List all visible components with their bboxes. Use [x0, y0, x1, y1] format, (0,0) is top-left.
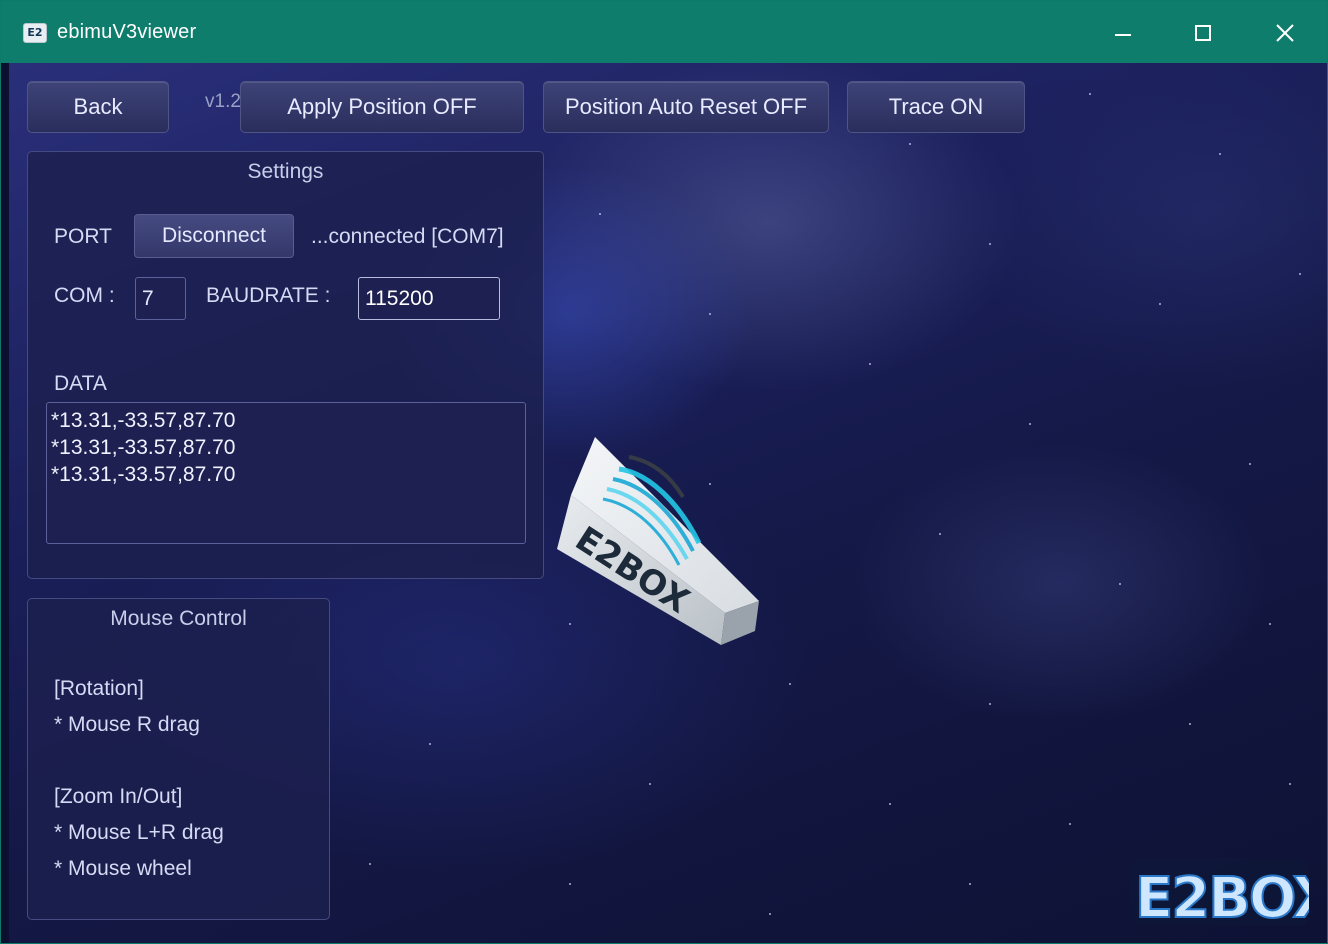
mouse-control-title: Mouse Control	[110, 607, 247, 630]
settings-title: Settings	[247, 160, 324, 183]
close-icon	[1276, 24, 1294, 42]
data-line: *13.31,-33.57,87.70	[51, 463, 236, 486]
window-title: ebimuV3viewer	[57, 21, 197, 43]
data-label: DATA	[54, 372, 107, 395]
data-line: *13.31,-33.57,87.70	[51, 436, 236, 459]
maximize-icon	[1195, 25, 1211, 41]
maximize-button[interactable]	[1181, 13, 1225, 53]
data-line: *13.31,-33.57,87.70	[51, 409, 236, 432]
zoom-instruction-wheel: * Mouse wheel	[54, 857, 192, 880]
zoom-instruction-drag: * Mouse L+R drag	[54, 821, 224, 844]
title-bar[interactable]: E2 ebimuV3viewer	[1, 1, 1327, 63]
back-button[interactable]: Back	[27, 81, 169, 133]
data-output-box[interactable]: *13.31,-33.57,87.70 *13.31,-33.57,87.70 …	[46, 402, 526, 544]
zoom-heading: [Zoom In/Out]	[54, 785, 183, 808]
close-button[interactable]	[1263, 13, 1307, 53]
settings-panel: Settings PORT Disconnect ...connected [C…	[27, 151, 544, 579]
rotation-instruction: * Mouse R drag	[54, 713, 200, 736]
com-label: COM :	[54, 284, 115, 307]
minimize-button[interactable]	[1101, 13, 1145, 53]
e2box-logo: E2BOX	[1131, 859, 1309, 931]
trace-button[interactable]: Trace ON	[847, 81, 1025, 133]
logo-text: E2BOX	[1135, 866, 1309, 931]
rotation-heading: [Rotation]	[54, 677, 144, 700]
version-label: v1.2	[205, 91, 241, 112]
e2box-app-icon: E2	[23, 23, 47, 43]
disconnect-button[interactable]: Disconnect	[134, 214, 294, 258]
baudrate-label: BAUDRATE :	[206, 284, 331, 307]
baudrate-input[interactable]	[358, 277, 500, 320]
app-window: E2 ebimuV3viewer Back v1.2 Apply Positio…	[0, 0, 1328, 944]
com-port-input[interactable]	[135, 277, 186, 320]
minimize-icon	[1115, 34, 1131, 36]
connection-status: ...connected [COM7]	[311, 225, 504, 248]
imu-3d-cube[interactable]: E2BOX	[549, 433, 765, 653]
port-label: PORT	[54, 225, 112, 248]
position-auto-reset-button[interactable]: Position Auto Reset OFF	[543, 81, 829, 133]
apply-position-button[interactable]: Apply Position OFF	[240, 81, 524, 133]
mouse-control-panel: Mouse Control [Rotation] * Mouse R drag …	[27, 598, 330, 920]
